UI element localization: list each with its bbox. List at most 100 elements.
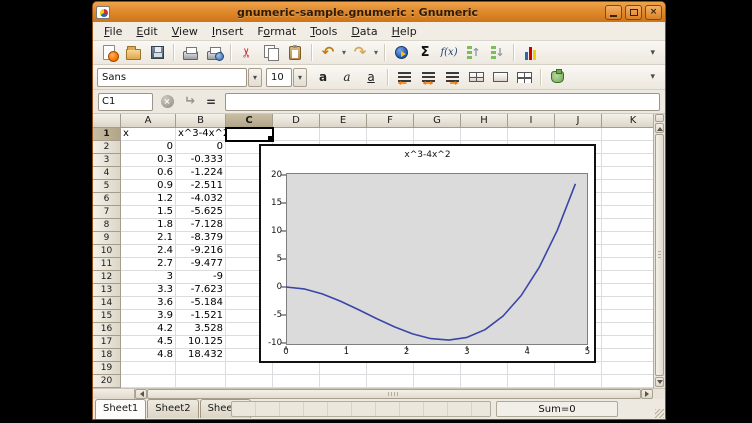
- new-file-button[interactable]: [98, 42, 120, 63]
- cell-f20[interactable]: [367, 375, 414, 388]
- cell-a13[interactable]: 3.3: [121, 284, 176, 297]
- column-header-a[interactable]: A: [121, 114, 176, 128]
- cell-c1[interactable]: [226, 128, 273, 141]
- cell-b2[interactable]: 0: [176, 141, 226, 154]
- paste-button[interactable]: [284, 42, 306, 63]
- print-button[interactable]: [179, 42, 201, 63]
- align-left-button[interactable]: [393, 67, 415, 88]
- horizontal-scroll-thumb[interactable]: [147, 389, 641, 399]
- cell-g20[interactable]: [414, 375, 461, 388]
- cell-a16[interactable]: 4.2: [121, 323, 176, 336]
- row-header-14[interactable]: 14: [93, 297, 121, 310]
- row-header-19[interactable]: 19: [93, 362, 121, 375]
- undo-button[interactable]: ↶: [317, 42, 339, 63]
- scroll-left-button[interactable]: [135, 389, 147, 399]
- column-header-h[interactable]: H: [461, 114, 508, 128]
- scroll-up-button[interactable]: [655, 123, 664, 133]
- cell-a10[interactable]: 2.4: [121, 245, 176, 258]
- cell-h20[interactable]: [461, 375, 508, 388]
- gnumeric-app-icon[interactable]: [96, 6, 110, 19]
- cell-a4[interactable]: 0.6: [121, 167, 176, 180]
- scroll-right-button[interactable]: [641, 389, 653, 399]
- row-header-16[interactable]: 16: [93, 323, 121, 336]
- redo-dropdown-button[interactable]: ▾: [372, 48, 380, 57]
- row-header-8[interactable]: 8: [93, 219, 121, 232]
- row-header-12[interactable]: 12: [93, 271, 121, 284]
- menu-item-help[interactable]: Help: [385, 24, 424, 39]
- cell-a3[interactable]: 0.3: [121, 154, 176, 167]
- cell-a5[interactable]: 0.9: [121, 180, 176, 193]
- pane-split-handle[interactable]: [655, 114, 664, 122]
- menu-item-data[interactable]: Data: [344, 24, 384, 39]
- cell-b17[interactable]: 10.125: [176, 336, 226, 349]
- cell-e20[interactable]: [320, 375, 367, 388]
- row-header-6[interactable]: 6: [93, 193, 121, 206]
- cut-button[interactable]: ✂: [236, 42, 258, 63]
- hyperlink-button[interactable]: [390, 42, 412, 63]
- font-name-field[interactable]: Sans: [97, 68, 247, 87]
- cell-c19[interactable]: [226, 362, 273, 375]
- cell-a12[interactable]: 3: [121, 271, 176, 284]
- cell-e1[interactable]: [320, 128, 367, 141]
- cell-d20[interactable]: [273, 375, 320, 388]
- cell-a6[interactable]: 1.2: [121, 193, 176, 206]
- align-center-button[interactable]: [417, 67, 439, 88]
- cell-h1[interactable]: [461, 128, 508, 141]
- cell-b8[interactable]: -7.128: [176, 219, 226, 232]
- row-header-15[interactable]: 15: [93, 310, 121, 323]
- cell-j20[interactable]: [555, 375, 602, 388]
- cell-i1[interactable]: [508, 128, 555, 141]
- row-header-7[interactable]: 7: [93, 206, 121, 219]
- maximize-button[interactable]: [625, 5, 642, 20]
- row-header-18[interactable]: 18: [93, 349, 121, 362]
- split-cells-button[interactable]: [513, 67, 535, 88]
- cell-a20[interactable]: [121, 375, 176, 388]
- autosum-button[interactable]: Σ: [414, 42, 436, 63]
- open-button[interactable]: [122, 42, 144, 63]
- column-header-b[interactable]: B: [176, 114, 226, 128]
- bold-button[interactable]: a: [312, 67, 334, 88]
- cell-a15[interactable]: 3.9: [121, 310, 176, 323]
- cell-a9[interactable]: 2.1: [121, 232, 176, 245]
- copy-button[interactable]: [260, 42, 282, 63]
- cell-a11[interactable]: 2.7: [121, 258, 176, 271]
- font-name-dropdown-button[interactable]: ▾: [248, 68, 262, 87]
- select-all-corner[interactable]: [93, 114, 121, 128]
- menu-item-format[interactable]: Format: [250, 24, 303, 39]
- print-preview-button[interactable]: [203, 42, 225, 63]
- accept-entry-button[interactable]: ↵: [181, 94, 197, 110]
- font-size-dropdown-button[interactable]: ▾: [293, 68, 307, 87]
- row-header-10[interactable]: 10: [93, 245, 121, 258]
- cell-b14[interactable]: -5.184: [176, 297, 226, 310]
- cell-g1[interactable]: [414, 128, 461, 141]
- toolbar-overflow-button[interactable]: ▾: [644, 48, 661, 58]
- sort-descending-button[interactable]: ↓: [486, 42, 508, 63]
- cell-a18[interactable]: 4.8: [121, 349, 176, 362]
- cell-reference-box[interactable]: C1: [98, 93, 153, 111]
- undo-dropdown-button[interactable]: ▾: [340, 48, 348, 57]
- toolbar-overflow-button[interactable]: ▾: [644, 72, 661, 82]
- cell-b11[interactable]: -9.477: [176, 258, 226, 271]
- align-right-button[interactable]: [441, 67, 463, 88]
- column-header-f[interactable]: F: [367, 114, 414, 128]
- cell-b3[interactable]: -0.333: [176, 154, 226, 167]
- menu-item-tools[interactable]: Tools: [303, 24, 344, 39]
- tab-sheet1[interactable]: Sheet1: [95, 399, 146, 419]
- column-header-e[interactable]: E: [320, 114, 367, 128]
- row-header-9[interactable]: 9: [93, 232, 121, 245]
- row-header-2[interactable]: 2: [93, 141, 121, 154]
- insert-function-button[interactable]: f(x): [438, 42, 460, 63]
- cell-b6[interactable]: -4.032: [176, 193, 226, 206]
- cell-j1[interactable]: [555, 128, 602, 141]
- cell-a7[interactable]: 1.5: [121, 206, 176, 219]
- close-button[interactable]: ×: [645, 5, 662, 20]
- cell-a14[interactable]: 3.6: [121, 297, 176, 310]
- cell-e19[interactable]: [320, 362, 367, 375]
- row-header-5[interactable]: 5: [93, 180, 121, 193]
- menu-item-view[interactable]: View: [165, 24, 205, 39]
- column-header-i[interactable]: I: [508, 114, 555, 128]
- cell-b16[interactable]: 3.528: [176, 323, 226, 336]
- minimize-button[interactable]: [605, 5, 622, 20]
- row-header-4[interactable]: 4: [93, 167, 121, 180]
- cell-b1[interactable]: x^3-4x^2: [176, 128, 226, 141]
